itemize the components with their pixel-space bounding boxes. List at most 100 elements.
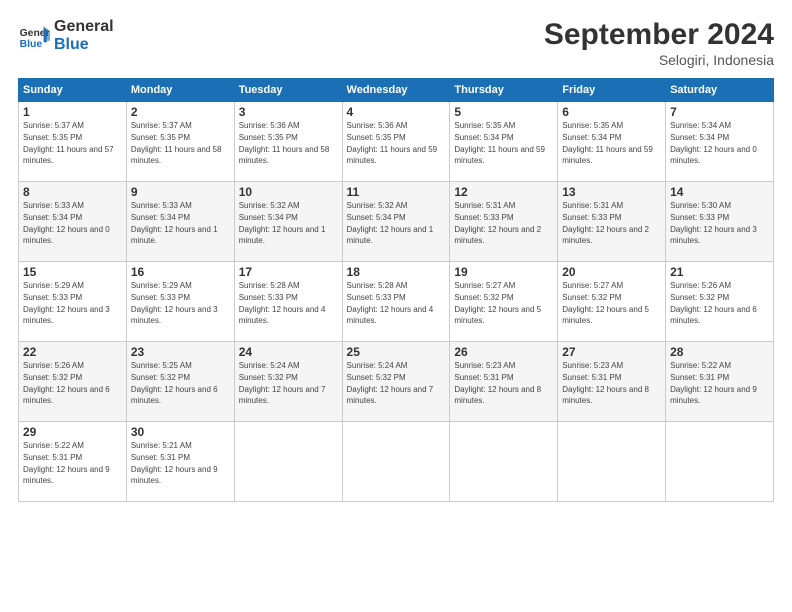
month-title: September 2024 [544,18,774,52]
day-info: Sunrise: 5:33 AMSunset: 5:34 PMDaylight:… [131,201,218,245]
day-info: Sunrise: 5:37 AMSunset: 5:35 PMDaylight:… [23,121,114,165]
table-cell: 23 Sunrise: 5:25 AMSunset: 5:32 PMDayligh… [126,342,234,422]
table-cell: 10 Sunrise: 5:32 AMSunset: 5:34 PMDayligh… [234,182,342,262]
table-cell: 8 Sunrise: 5:33 AMSunset: 5:34 PMDaylight… [19,182,127,262]
day-info: Sunrise: 5:29 AMSunset: 5:33 PMDaylight:… [23,281,110,325]
table-cell: 15 Sunrise: 5:29 AMSunset: 5:33 PMDayligh… [19,262,127,342]
location: Selogiri, Indonesia [544,52,774,68]
table-cell: 18 Sunrise: 5:28 AMSunset: 5:33 PMDayligh… [342,262,450,342]
day-info: Sunrise: 5:25 AMSunset: 5:32 PMDaylight:… [131,361,218,405]
day-number: 9 [131,185,230,199]
table-cell: 13Sunrise: 5:31 AMSunset: 5:33 PMDayligh… [558,182,666,262]
day-number: 30 [131,425,230,439]
day-number: 16 [131,265,230,279]
day-number: 18 [347,265,446,279]
day-number: 24 [239,345,338,359]
calendar: Sunday Monday Tuesday Wednesday Thursday… [18,78,774,502]
day-number: 21 [670,265,769,279]
day-info: Sunrise: 5:31 AMSunset: 5:33 PMDaylight:… [454,201,541,245]
col-friday: Friday [558,79,666,102]
table-cell: 5 Sunrise: 5:35 AMSunset: 5:34 PMDaylight… [450,102,558,182]
table-cell [450,422,558,502]
day-info: Sunrise: 5:35 AMSunset: 5:34 PMDaylight:… [562,121,653,165]
table-cell: 24 Sunrise: 5:24 AMSunset: 5:32 PMDayligh… [234,342,342,422]
header: General Blue General Blue September 2024… [18,18,774,68]
table-cell [342,422,450,502]
table-cell [558,422,666,502]
day-info: Sunrise: 5:28 AMSunset: 5:33 PMDaylight:… [347,281,434,325]
page: General Blue General Blue September 2024… [0,0,792,612]
day-number: 3 [239,105,338,119]
day-info: Sunrise: 5:22 AMSunset: 5:31 PMDaylight:… [670,361,757,405]
day-info: Sunrise: 5:32 AMSunset: 5:34 PMDaylight:… [239,201,326,245]
table-cell: 25 Sunrise: 5:24 AMSunset: 5:32 PMDayligh… [342,342,450,422]
col-saturday: Saturday [666,79,774,102]
table-cell: 4Sunrise: 5:36 AMSunset: 5:35 PMDaylight… [342,102,450,182]
table-cell: 30Sunrise: 5:21 AMSunset: 5:31 PMDayligh… [126,422,234,502]
table-cell: 14 Sunrise: 5:30 AMSunset: 5:33 PMDayligh… [666,182,774,262]
day-number: 2 [131,105,230,119]
day-info: Sunrise: 5:27 AMSunset: 5:32 PMDaylight:… [454,281,541,325]
logo-line2: Blue [54,36,114,54]
day-number: 15 [23,265,122,279]
col-tuesday: Tuesday [234,79,342,102]
table-cell [234,422,342,502]
day-number: 19 [454,265,553,279]
table-cell: 17 Sunrise: 5:28 AMSunset: 5:33 PMDayligh… [234,262,342,342]
day-info: Sunrise: 5:32 AMSunset: 5:34 PMDaylight:… [347,201,434,245]
day-info: Sunrise: 5:35 AMSunset: 5:34 PMDaylight:… [454,121,545,165]
day-info: Sunrise: 5:23 AMSunset: 5:31 PMDaylight:… [562,361,649,405]
day-info: Sunrise: 5:33 AMSunset: 5:34 PMDaylight:… [23,201,110,245]
table-cell: 12Sunrise: 5:31 AMSunset: 5:33 PMDayligh… [450,182,558,262]
day-number: 20 [562,265,661,279]
day-number: 5 [454,105,553,119]
day-info: Sunrise: 5:23 AMSunset: 5:31 PMDaylight:… [454,361,541,405]
day-number: 27 [562,345,661,359]
day-number: 23 [131,345,230,359]
logo-line1: General [54,18,114,36]
col-monday: Monday [126,79,234,102]
table-cell: 26 Sunrise: 5:23 AMSunset: 5:31 PMDayligh… [450,342,558,422]
table-cell: 11 Sunrise: 5:32 AMSunset: 5:34 PMDayligh… [342,182,450,262]
table-cell: 16 Sunrise: 5:29 AMSunset: 5:33 PMDayligh… [126,262,234,342]
table-cell: 1 Sunrise: 5:37 AMSunset: 5:35 PMDaylight… [19,102,127,182]
day-number: 4 [347,105,446,119]
logo-icon: General Blue [18,20,50,52]
day-number: 28 [670,345,769,359]
table-cell [666,422,774,502]
table-cell: 27 Sunrise: 5:23 AMSunset: 5:31 PMDayligh… [558,342,666,422]
table-cell: 2Sunrise: 5:37 AMSunset: 5:35 PMDaylight… [126,102,234,182]
title-section: September 2024 Selogiri, Indonesia [544,18,774,68]
day-info: Sunrise: 5:24 AMSunset: 5:32 PMDaylight:… [347,361,434,405]
day-number: 8 [23,185,122,199]
day-number: 13 [562,185,661,199]
calendar-header-row: Sunday Monday Tuesday Wednesday Thursday… [19,79,774,102]
day-info: Sunrise: 5:29 AMSunset: 5:33 PMDaylight:… [131,281,218,325]
table-cell: 28 Sunrise: 5:22 AMSunset: 5:31 PMDayligh… [666,342,774,422]
day-number: 6 [562,105,661,119]
table-cell: 9 Sunrise: 5:33 AMSunset: 5:34 PMDaylight… [126,182,234,262]
table-cell: 7Sunrise: 5:34 AMSunset: 5:34 PMDaylight… [666,102,774,182]
logo: General Blue General Blue [18,18,114,53]
col-wednesday: Wednesday [342,79,450,102]
svg-text:Blue: Blue [20,39,43,50]
day-info: Sunrise: 5:26 AMSunset: 5:32 PMDaylight:… [23,361,110,405]
day-info: Sunrise: 5:36 AMSunset: 5:35 PMDaylight:… [239,121,330,165]
day-number: 26 [454,345,553,359]
table-cell: 3 Sunrise: 5:36 AMSunset: 5:35 PMDaylight… [234,102,342,182]
table-cell: 6 Sunrise: 5:35 AMSunset: 5:34 PMDaylight… [558,102,666,182]
table-cell: 29Sunrise: 5:22 AMSunset: 5:31 PMDayligh… [19,422,127,502]
table-cell: 21Sunrise: 5:26 AMSunset: 5:32 PMDayligh… [666,262,774,342]
table-cell: 19 Sunrise: 5:27 AMSunset: 5:32 PMDayligh… [450,262,558,342]
day-number: 17 [239,265,338,279]
day-info: Sunrise: 5:24 AMSunset: 5:32 PMDaylight:… [239,361,326,405]
day-number: 1 [23,105,122,119]
day-number: 14 [670,185,769,199]
day-number: 10 [239,185,338,199]
day-info: Sunrise: 5:28 AMSunset: 5:33 PMDaylight:… [239,281,326,325]
col-thursday: Thursday [450,79,558,102]
table-cell: 22Sunrise: 5:26 AMSunset: 5:32 PMDayligh… [19,342,127,422]
day-number: 11 [347,185,446,199]
day-number: 25 [347,345,446,359]
day-info: Sunrise: 5:30 AMSunset: 5:33 PMDaylight:… [670,201,757,245]
